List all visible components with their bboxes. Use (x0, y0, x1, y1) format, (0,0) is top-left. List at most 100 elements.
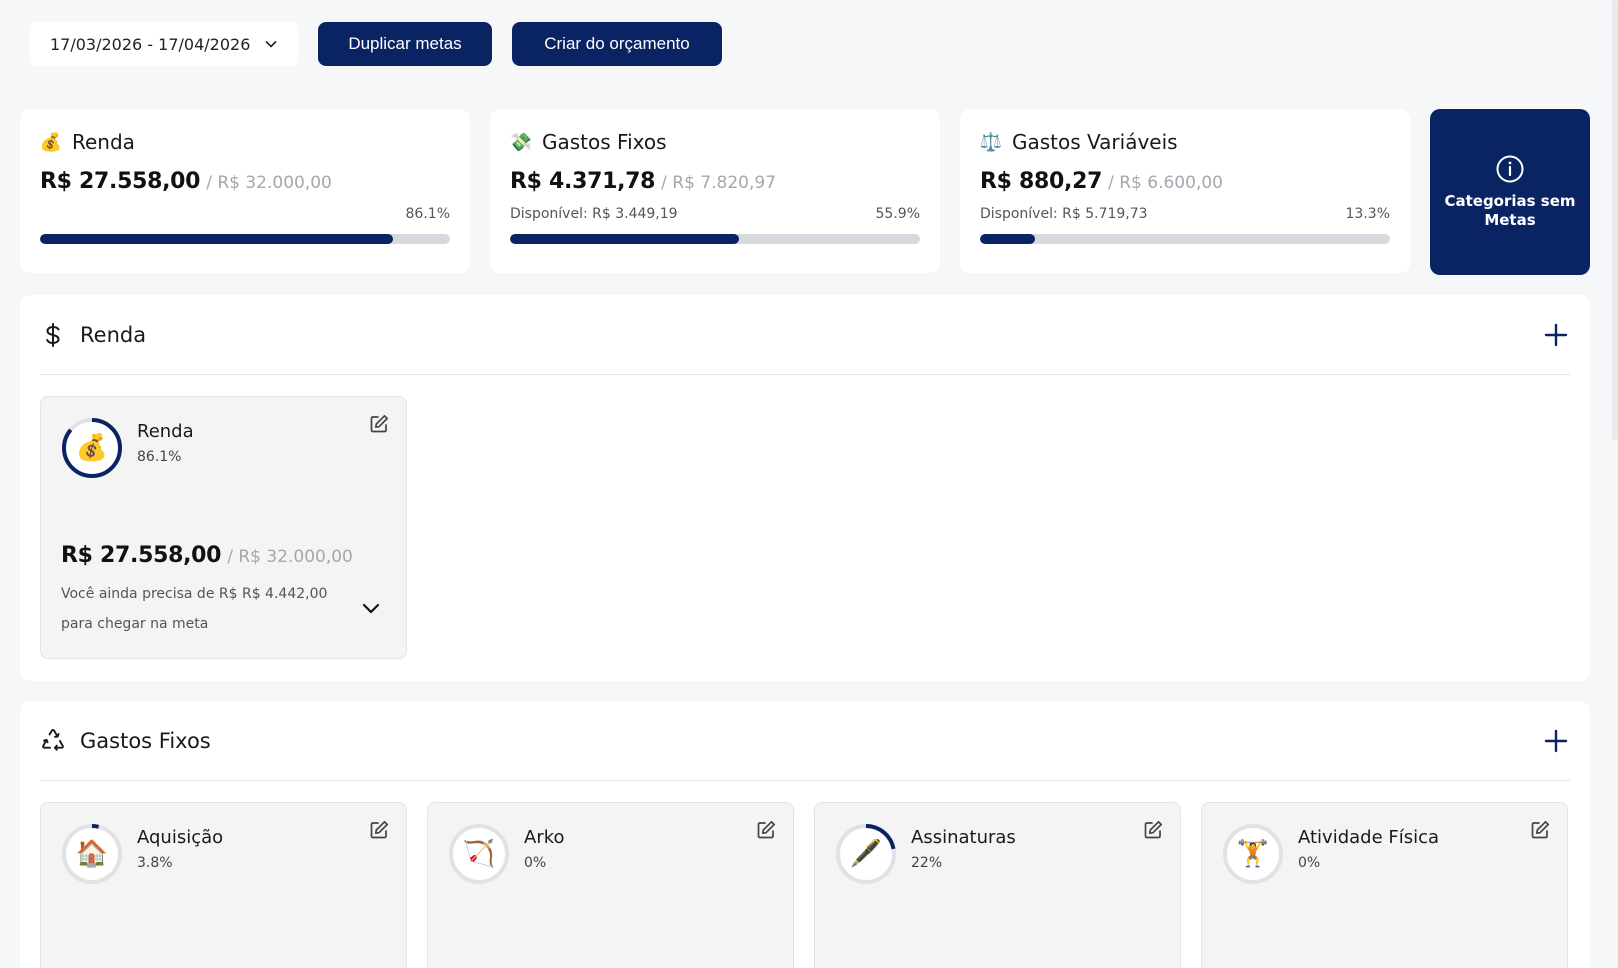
section-header: Gastos Fixos (40, 701, 1570, 781)
summary-amount-value: R$ 4.371,78 (510, 169, 656, 194)
edit-icon (1531, 820, 1550, 839)
category-amount-value: R$ 27.558,00 (61, 543, 222, 568)
summary-available: Disponível: R$ 5.719,73 (980, 206, 1148, 222)
progress-ring: 🏋️ (1222, 823, 1284, 885)
scrollbar[interactable] (1612, 0, 1618, 440)
weightlifter-icon: 🏋️ (1236, 839, 1270, 869)
summary-amount: R$ 27.558,00 / R$ 32.000,00 (40, 169, 450, 194)
recycle-icon (42, 728, 64, 751)
summary-title-text: Gastos Fixos (542, 130, 667, 154)
progress-ring: 💰 (61, 417, 123, 479)
edit-button[interactable] (368, 819, 390, 841)
category-percent: 22% (911, 855, 943, 871)
category-percent: 0% (1298, 855, 1321, 871)
category-amount: R$ 27.558,00 / R$ 32.000,00 (61, 543, 353, 568)
progress-ring: 🏠 (61, 823, 123, 885)
category-card-aquisicao[interactable]: 🏠 Aquisição 3.8% (40, 802, 407, 968)
plus-icon (1544, 729, 1568, 752)
remaining-to-goal-text: Você ainda precisa de R$ R$ 4.442,00 par… (61, 586, 328, 632)
progress-bar-fill (980, 234, 1035, 244)
pen-icon: 🖋️ (849, 839, 883, 869)
info-icon (1496, 155, 1524, 183)
bow-and-arrow-icon: 🏹 (462, 839, 496, 869)
edit-icon (757, 820, 776, 839)
edit-icon (370, 414, 389, 433)
category-name: Assinaturas (911, 827, 1016, 848)
category-card-arko[interactable]: 🏹 Arko 0% (427, 802, 794, 968)
summary-card-gastos-variaveis: ⚖️ Gastos Variáveis R$ 880,27 / R$ 6.600… (960, 109, 1410, 273)
category-name: Aquisição (137, 827, 224, 848)
category-cards: 🏠 Aquisição 3.8% 🏹 Arko 0% 🖋️ Assinatura… (40, 802, 1570, 968)
add-category-button[interactable] (1542, 321, 1570, 349)
category-name: Renda (137, 421, 194, 442)
category-percent: 0% (524, 855, 547, 871)
duplicate-goals-button[interactable]: Duplicar metas (318, 22, 492, 66)
summary-amount-value: R$ 880,27 (980, 169, 1103, 194)
section-title-text: Gastos Fixos (80, 728, 211, 753)
summary-available: Disponível: R$ 3.449,19 (510, 206, 678, 222)
category-card-atividade-fisica[interactable]: 🏋️ Atividade Física 0% (1201, 802, 1568, 968)
categories-without-goals-label: Categorias sem Metas (1444, 192, 1576, 229)
progress-bar (980, 234, 1390, 244)
summary-percent: 13.3% (1345, 206, 1390, 222)
summary-percent: 55.9% (875, 206, 920, 222)
section-title: Renda (40, 322, 146, 348)
edit-icon (1144, 820, 1163, 839)
summary-meta: 86.1% (40, 206, 450, 224)
summary-meta: Disponível: R$ 3.449,19 55.9% (510, 206, 920, 224)
expand-button[interactable] (360, 597, 382, 619)
category-card-assinaturas[interactable]: 🖋️ Assinaturas 22% (814, 802, 1181, 968)
edit-icon (370, 820, 389, 839)
category-percent: 3.8% (137, 855, 173, 871)
section-title: Gastos Fixos (40, 728, 211, 754)
section-title-text: Renda (80, 322, 147, 347)
summary-card-title: 💸 Gastos Fixos (510, 129, 920, 155)
create-from-budget-button[interactable]: Criar do orçamento (512, 22, 722, 66)
progress-ring: 🖋️ (835, 823, 897, 885)
money-bag-icon: 💰 (75, 433, 109, 463)
section-header: Renda (40, 295, 1570, 375)
section-renda: Renda 💰 Renda 86.1% R$ 27.558,00 / R$ 32… (20, 295, 1590, 681)
progress-bar-fill (510, 234, 740, 244)
date-range-picker[interactable]: 17/03/2026 - 17/04/2026 (30, 22, 298, 66)
house-icon: 🏠 (75, 839, 109, 869)
categories-without-goals-button[interactable]: Categorias sem Metas (1430, 109, 1590, 275)
summary-amount: R$ 880,27 / R$ 6.600,00 (980, 169, 1390, 194)
money-wings-icon: 💸 (509, 131, 533, 153)
category-goal-value: / R$ 32.000,00 (227, 547, 353, 567)
scales-icon: ⚖️ (979, 131, 1003, 153)
category-name: Arko (524, 827, 565, 848)
edit-button[interactable] (1142, 819, 1164, 841)
summary-goal-value: / R$ 32.000,00 (206, 173, 332, 193)
category-name: Atividade Física (1298, 827, 1440, 848)
summary-amount-value: R$ 27.558,00 (40, 169, 201, 194)
summary-card-renda: 💰 Renda R$ 27.558,00 / R$ 32.000,00 86.1… (20, 109, 470, 273)
progress-bar (510, 234, 920, 244)
summary-card-title: 💰 Renda (40, 129, 450, 155)
edit-button[interactable] (1529, 819, 1551, 841)
category-cards: 💰 Renda 86.1% R$ 27.558,00 / R$ 32.000,0… (40, 396, 1570, 659)
chevron-down-icon (265, 40, 277, 48)
summary-title-text: Gastos Variáveis (1012, 130, 1178, 154)
chevron-down-icon (362, 603, 380, 614)
add-category-button[interactable] (1542, 727, 1570, 755)
category-card-renda[interactable]: 💰 Renda 86.1% R$ 27.558,00 / R$ 32.000,0… (40, 396, 407, 659)
summary-row: 💰 Renda R$ 27.558,00 / R$ 32.000,00 86.1… (20, 109, 1590, 275)
edit-button[interactable] (755, 819, 777, 841)
summary-amount: R$ 4.371,78 / R$ 7.820,97 (510, 169, 920, 194)
summary-meta: Disponível: R$ 5.719,73 13.3% (980, 206, 1390, 224)
date-range-text: 17/03/2026 - 17/04/2026 (50, 34, 251, 54)
summary-goal-value: / R$ 7.820,97 (661, 173, 777, 193)
dollar-icon (46, 322, 60, 347)
summary-card-gastos-fixos: 💸 Gastos Fixos R$ 4.371,78 / R$ 7.820,97… (490, 109, 940, 273)
money-bag-icon: 💰 (39, 131, 63, 153)
edit-button[interactable] (368, 413, 390, 435)
progress-bar-fill (40, 234, 393, 244)
summary-percent: 86.1% (405, 206, 450, 222)
summary-title-text: Renda (72, 130, 135, 154)
toolbar: 17/03/2026 - 17/04/2026 Duplicar metas C… (30, 22, 722, 66)
summary-card-title: ⚖️ Gastos Variáveis (980, 129, 1390, 155)
plus-icon (1544, 323, 1568, 346)
progress-ring: 🏹 (448, 823, 510, 885)
category-percent: 86.1% (137, 449, 182, 465)
